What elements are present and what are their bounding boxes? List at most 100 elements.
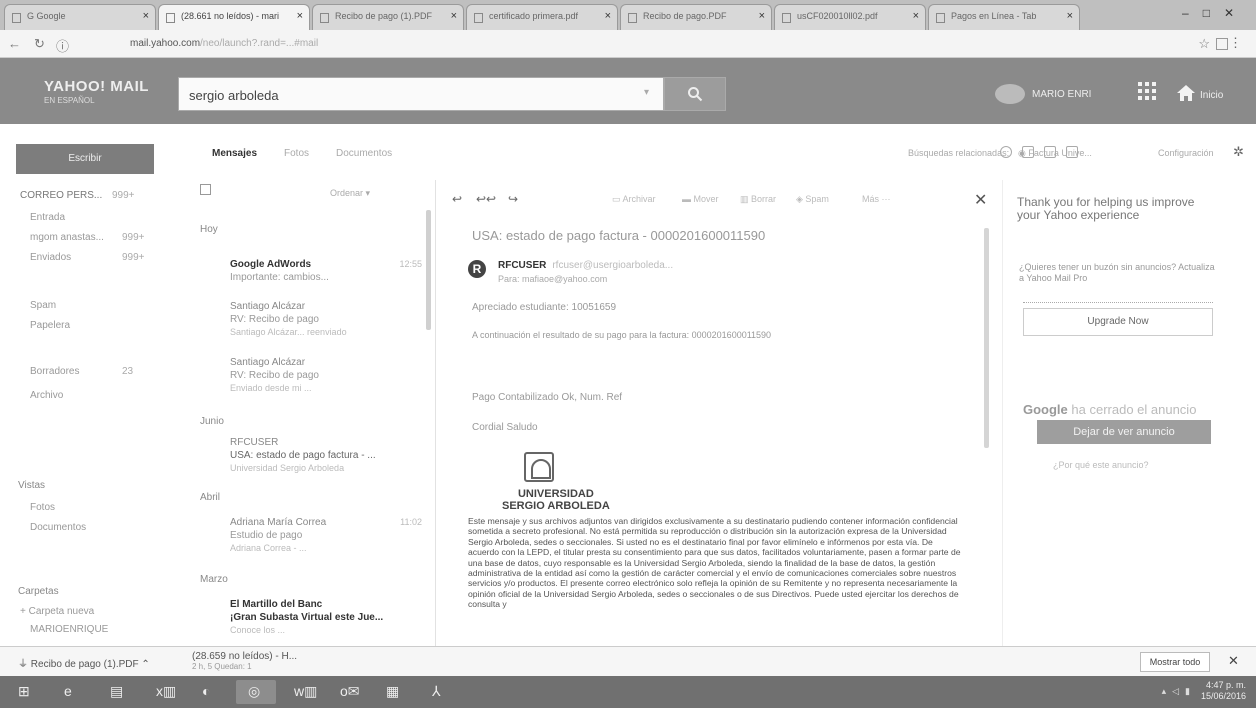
upgrade-now-button[interactable]: Upgrade Now bbox=[1023, 308, 1213, 336]
taskbar-app[interactable]: o✉ bbox=[328, 680, 368, 704]
compose-button[interactable]: Escribir bbox=[16, 144, 154, 174]
show-all-downloads-button[interactable]: Mostrar todo bbox=[1140, 652, 1210, 672]
system-tray[interactable]: ▴◁▮ bbox=[1162, 686, 1196, 697]
tab-photos[interactable]: Fotos bbox=[284, 148, 309, 159]
archive-button[interactable]: ▭ Archivar bbox=[612, 194, 656, 205]
new-folder-link[interactable]: + Carpeta nueva bbox=[20, 606, 94, 617]
arrow-up-icon[interactable]: ▴ bbox=[1162, 686, 1173, 696]
move-button[interactable]: ▬ Mover bbox=[682, 194, 719, 204]
chevron-up-icon[interactable]: ⌃ bbox=[141, 659, 149, 670]
sort-dropdown[interactable]: Ordenar ▾ bbox=[330, 188, 370, 199]
sidebar-item-documents[interactable]: Documentos bbox=[30, 522, 86, 533]
sidebar-item-trash[interactable]: Papelera bbox=[30, 320, 70, 331]
select-all-checkbox[interactable] bbox=[200, 184, 211, 195]
taskbar-app[interactable]: ⅄ bbox=[420, 680, 460, 704]
taskbar-app[interactable]: ▤ bbox=[98, 680, 138, 704]
sidebar-item-sent[interactable]: Enviados 999+ bbox=[30, 252, 145, 263]
taskbar-app[interactable]: x▥ bbox=[144, 680, 184, 704]
start-button[interactable]: ⊞ bbox=[6, 680, 46, 704]
search-input[interactable]: sergio arboleda ▾ bbox=[178, 77, 664, 111]
stop-ads-button[interactable]: Dejar de ver anuncio bbox=[1037, 420, 1211, 444]
avatar[interactable] bbox=[995, 84, 1025, 104]
browser-tab[interactable]: Recibo de pago.PDF × bbox=[620, 4, 772, 30]
list-item[interactable]: Adriana María Correa Estudio de pago Adria… bbox=[230, 516, 426, 555]
home-icon[interactable] bbox=[1176, 84, 1196, 102]
taskbar-app[interactable]: ◐ bbox=[190, 680, 230, 704]
views-heading[interactable]: Vistas bbox=[18, 480, 45, 491]
close-tab-icon[interactable]: × bbox=[297, 10, 303, 22]
list-item[interactable]: RFCUSER USA: estado de pago factura - ...… bbox=[230, 436, 426, 475]
sidebar-item-folder[interactable]: mgom anastas... 999+ bbox=[30, 232, 145, 243]
news-icon[interactable] bbox=[1066, 146, 1078, 158]
reading-scrollbar[interactable] bbox=[984, 228, 989, 448]
sidebar-item-drafts[interactable]: Borradores 23 bbox=[30, 366, 133, 377]
list-item[interactable]: El Martillo del Banc ¡Gran Subasta Virtua… bbox=[230, 598, 426, 637]
browser-menu-icon[interactable]: ⋮ bbox=[1229, 35, 1242, 51]
taskbar-app[interactable]: e bbox=[52, 680, 92, 704]
reload-icon[interactable]: ↻ bbox=[34, 36, 45, 52]
close-tab-icon[interactable]: × bbox=[143, 10, 149, 22]
user-name[interactable]: MARIO ENRI bbox=[1032, 89, 1091, 100]
yahoo-mail-logo[interactable]: YAHOO! MAIL bbox=[44, 78, 149, 95]
more-button[interactable]: Más ··· bbox=[862, 194, 891, 204]
download-item[interactable]: (28.659 no leídos) - H... 2 h, 5 Quedan: … bbox=[192, 651, 297, 671]
sidebar-item-inbox[interactable]: Entrada bbox=[30, 212, 65, 223]
spam-button[interactable]: ◈ Spam bbox=[796, 194, 829, 205]
info-icon[interactable]: ⓘ bbox=[56, 36, 69, 55]
delete-button[interactable]: ▥ Borrar bbox=[740, 194, 776, 205]
download-item[interactable]: ⏚ Recibo de pago (1).PDF ⌃ bbox=[18, 655, 150, 670]
tab-messages[interactable]: Mensajes bbox=[212, 148, 257, 159]
calendar-icon[interactable] bbox=[1022, 146, 1034, 158]
list-scrollbar[interactable] bbox=[426, 210, 431, 330]
close-tab-icon[interactable]: × bbox=[913, 10, 919, 22]
clock[interactable]: 4:47 p. m. 15/06/2016 bbox=[1201, 680, 1246, 702]
folders-heading[interactable]: Carpetas bbox=[18, 586, 59, 597]
browser-tab[interactable]: Recibo de pago (1).PDF × bbox=[312, 4, 464, 30]
sidebar-item-archive[interactable]: Archivo bbox=[30, 390, 63, 401]
reply-icon[interactable]: ↩ bbox=[452, 192, 462, 206]
taskbar-app[interactable]: ▦ bbox=[374, 680, 414, 704]
reply-all-icon[interactable]: ↩↩ bbox=[476, 192, 496, 206]
search-button[interactable] bbox=[664, 77, 726, 111]
forward-icon[interactable]: ↪ bbox=[508, 192, 518, 206]
taskbar-app[interactable]: w▥ bbox=[282, 680, 322, 704]
browser-tab[interactable]: G Google × bbox=[4, 4, 156, 30]
tab-documents[interactable]: Documentos bbox=[336, 148, 392, 159]
settings-link[interactable]: Configuración bbox=[1158, 148, 1214, 158]
close-tab-icon[interactable]: × bbox=[451, 10, 457, 22]
minimize-icon[interactable]: ‒ bbox=[1182, 6, 1203, 20]
notepad-icon[interactable] bbox=[1044, 146, 1056, 158]
home-link[interactable]: Inicio bbox=[1200, 90, 1223, 101]
close-icon[interactable]: ✕ bbox=[1228, 653, 1239, 669]
window-controls[interactable]: ‒□✕ bbox=[1182, 6, 1248, 20]
sidebar-item-spam[interactable]: Spam bbox=[30, 300, 56, 311]
list-item[interactable]: Google AdWords Importante: cambios... 12:5… bbox=[230, 258, 426, 284]
browser-tab[interactable]: certificado primera.pdf × bbox=[466, 4, 618, 30]
gear-icon[interactable]: ✲ bbox=[1233, 144, 1244, 160]
back-icon[interactable]: ← bbox=[8, 36, 21, 51]
close-tab-icon[interactable]: × bbox=[759, 10, 765, 22]
contacts-icon[interactable] bbox=[1000, 146, 1012, 158]
close-tab-icon[interactable]: × bbox=[1067, 10, 1073, 22]
account-header[interactable]: CORREO PERS... 999+ bbox=[20, 190, 135, 201]
maximize-icon[interactable]: □ bbox=[1203, 6, 1224, 20]
taskbar-app[interactable]: ◎ bbox=[236, 680, 276, 704]
chevron-down-icon[interactable]: ▾ bbox=[644, 87, 649, 98]
sender-name[interactable]: RFCUSER rfcuser@usergioarboleda... bbox=[498, 260, 673, 271]
bookmark-star-icon[interactable]: ☆ bbox=[1198, 36, 1210, 52]
browser-tab[interactable]: Pagos en Línea - Tab × bbox=[928, 4, 1080, 30]
sidebar-item-custom-folder[interactable]: MARIOENRIQUE bbox=[30, 624, 108, 635]
sidebar-item-photos[interactable]: Fotos bbox=[30, 502, 55, 513]
why-this-ad-link[interactable]: ¿Por qué este anuncio? bbox=[1053, 460, 1149, 470]
url-field[interactable]: mail.yahoo.com/neo/launch?.rand=...#mail bbox=[130, 38, 318, 49]
browser-tab[interactable]: (28.661 no leídos) - mari × bbox=[158, 4, 310, 30]
close-window-icon[interactable]: ✕ bbox=[1224, 6, 1248, 20]
network-icon[interactable]: ▮ bbox=[1185, 686, 1196, 696]
close-icon[interactable]: ✕ bbox=[974, 190, 987, 210]
extension-icon[interactable] bbox=[1216, 38, 1228, 50]
browser-tab[interactable]: usCF020010ll02.pdf × bbox=[774, 4, 926, 30]
volume-icon[interactable]: ◁ bbox=[1172, 686, 1185, 696]
apps-grid-icon[interactable] bbox=[1138, 82, 1156, 100]
list-item[interactable]: Santiago Alcázar RV: Recibo de pago Enviad… bbox=[230, 356, 426, 395]
close-tab-icon[interactable]: × bbox=[605, 10, 611, 22]
